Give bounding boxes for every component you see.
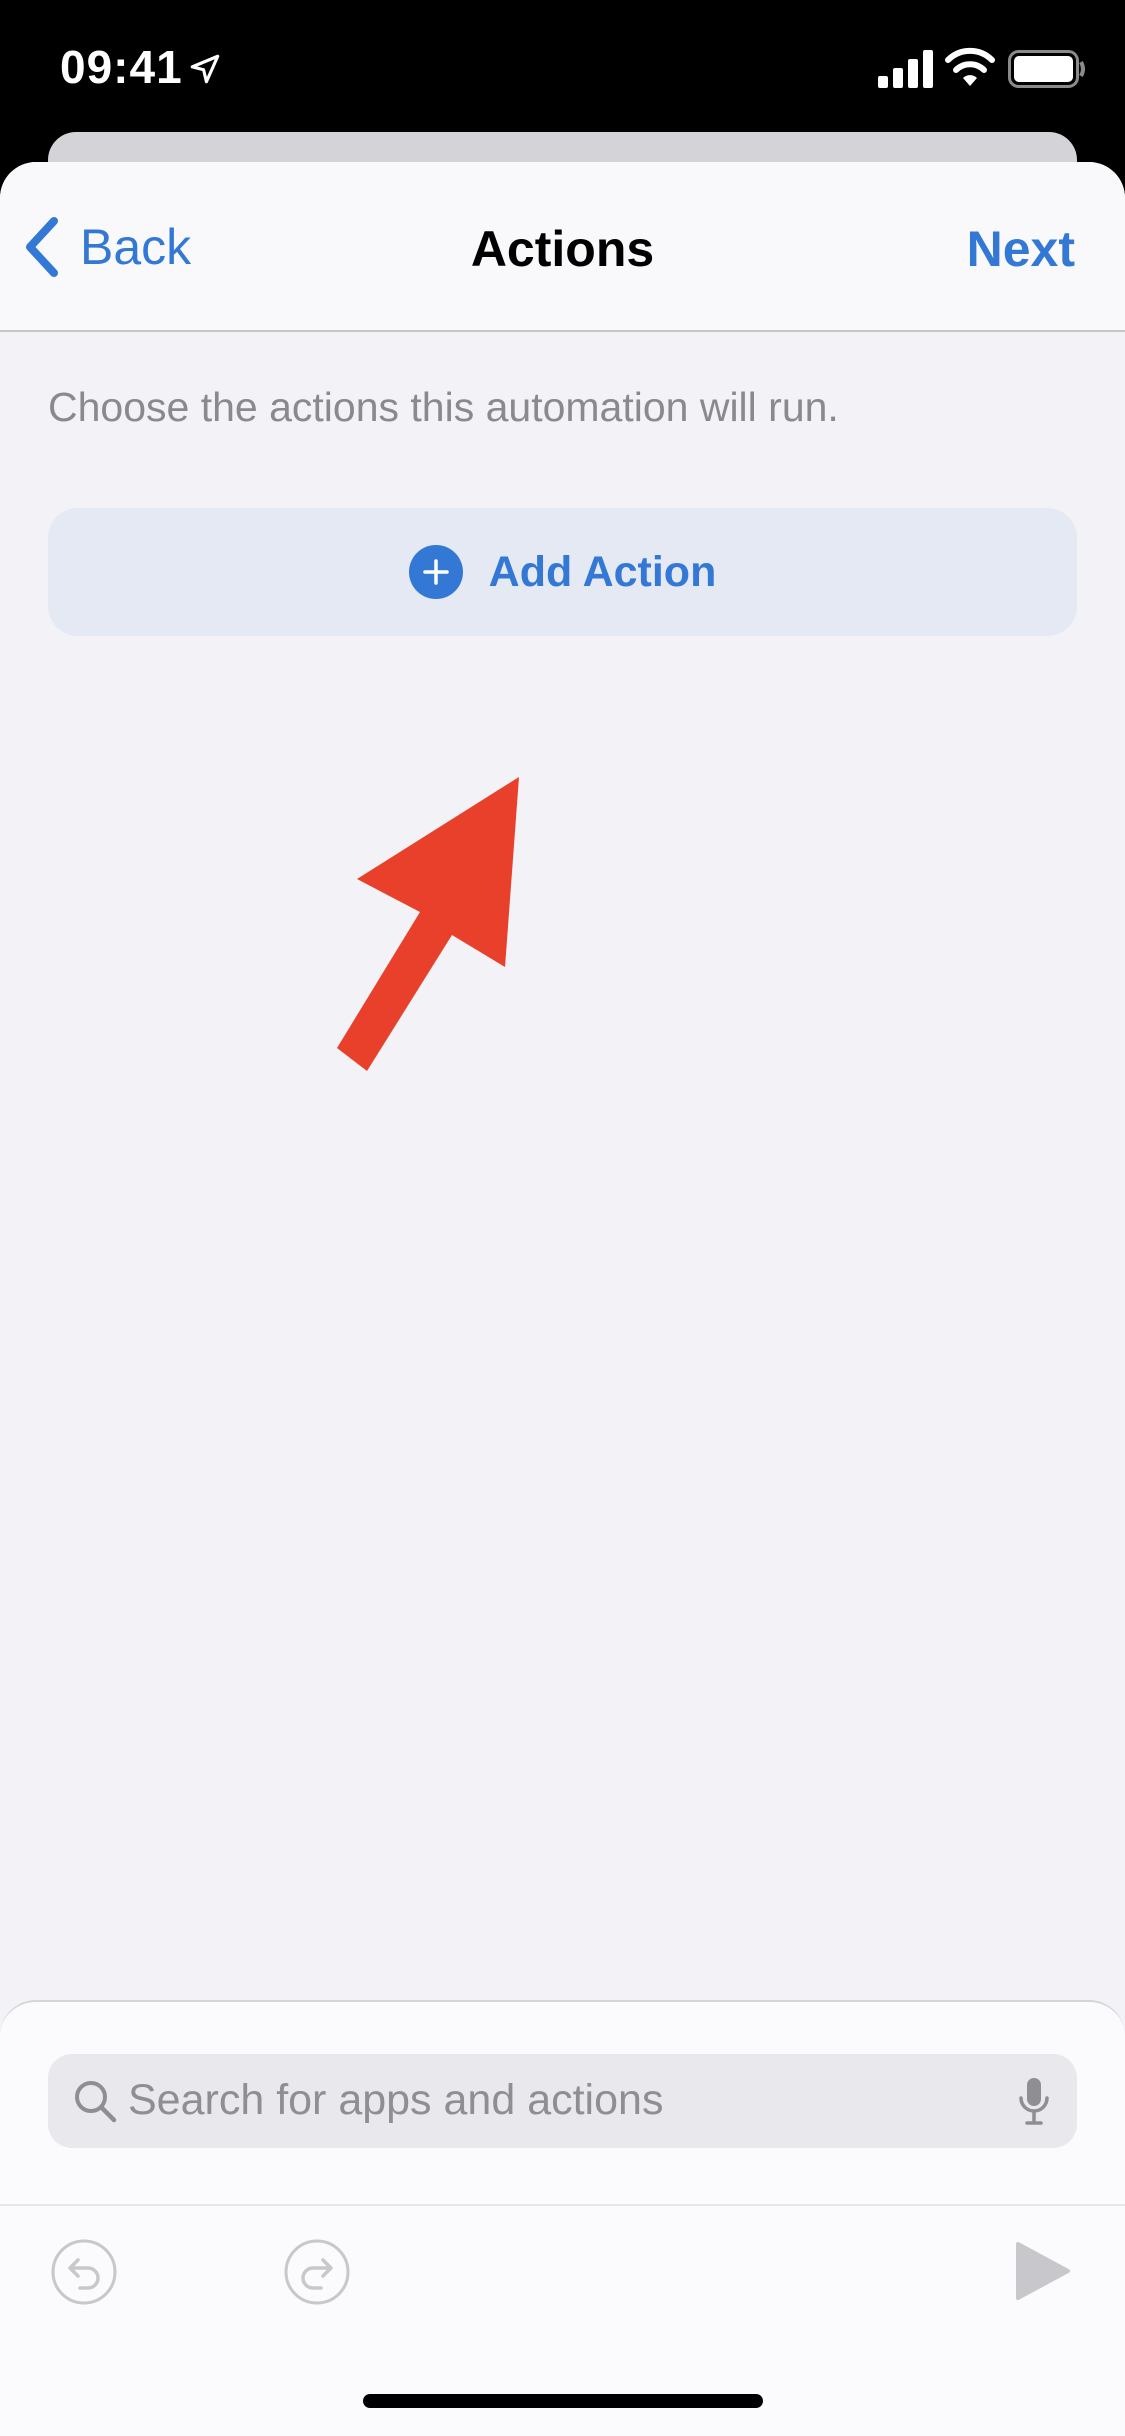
location-icon (190, 54, 220, 84)
add-action-button[interactable]: Add Action (48, 508, 1077, 636)
undo-icon[interactable] (50, 2238, 118, 2306)
toolbar-divider (0, 2204, 1125, 2206)
battery-icon (1008, 50, 1085, 88)
search-bar[interactable]: Search for apps and actions (48, 2054, 1077, 2148)
red-arrow-annotation (337, 777, 519, 1071)
actions-sheet: Back Actions Next Choose the actions thi… (0, 162, 1125, 2436)
add-action-label: Add Action (488, 547, 717, 596)
navigation-bar: Back Actions Next (0, 162, 1125, 332)
search-icon (75, 2081, 117, 2123)
status-time: 09:41 (60, 41, 183, 93)
bottom-panel: Search for apps and actions (0, 2000, 1125, 2436)
status-bar: 09:41 (0, 0, 1125, 132)
next-button[interactable]: Next (967, 220, 1075, 278)
play-icon[interactable] (1014, 2240, 1072, 2302)
plus-circle-icon (408, 545, 463, 599)
signal-icon (878, 50, 933, 88)
search-placeholder: Search for apps and actions (128, 2076, 664, 2124)
wifi-icon (945, 47, 995, 86)
description-text: Choose the actions this automation will … (48, 384, 839, 430)
microphone-icon[interactable] (1017, 2076, 1051, 2126)
redo-icon[interactable] (283, 2238, 351, 2306)
home-indicator (363, 2394, 763, 2408)
page-title: Actions (470, 221, 655, 277)
